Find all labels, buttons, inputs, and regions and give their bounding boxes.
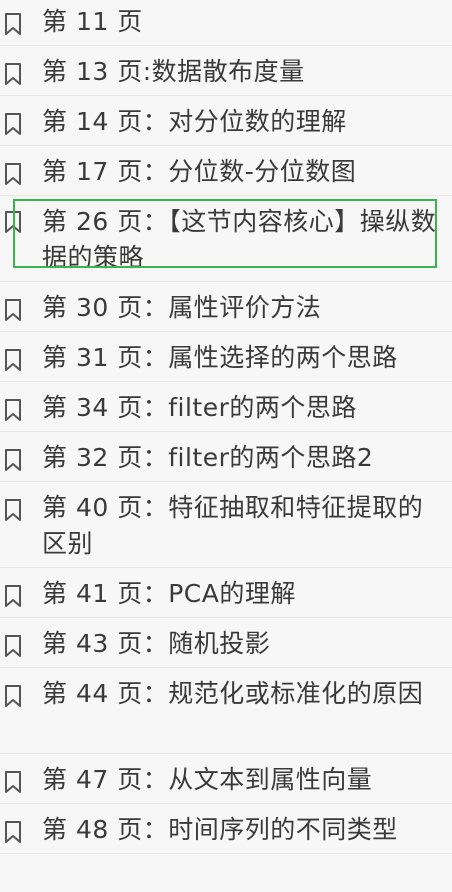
bookmark-label: 第 32 页：filter的两个思路2 — [42, 443, 374, 472]
bookmark-icon — [4, 684, 24, 708]
bookmark-item[interactable]: 第 41 页：PCA的理解 — [0, 568, 452, 618]
bookmark-item[interactable]: 第 17 页：分位数-分位数图 — [0, 146, 452, 196]
bookmark-item[interactable]: 第 48 页：时间序列的不同类型 — [0, 804, 452, 854]
bookmark-icon — [4, 298, 24, 322]
bookmark-label: 第 14 页：对分位数的理解 — [42, 107, 347, 136]
bookmark-icon — [4, 820, 24, 844]
bookmark-icon — [4, 634, 24, 658]
bookmark-icon — [4, 210, 24, 234]
bookmark-label: 第 40 页：特征抽取和特征提取的区别 — [42, 493, 424, 558]
bookmark-icon — [4, 498, 24, 522]
bookmark-item[interactable]: 第 40 页：特征抽取和特征提取的区别 — [0, 482, 452, 568]
bookmark-icon — [4, 398, 24, 422]
bookmark-label: 第 26 页：【这节内容核心】操纵数据的策略 — [42, 207, 437, 272]
bookmark-icon — [4, 584, 24, 608]
bookmark-item[interactable]: 第 14 页：对分位数的理解 — [0, 96, 452, 146]
bookmark-item[interactable]: 第 43 页：随机投影 — [0, 618, 452, 668]
bookmark-label: 第 11 页 — [42, 7, 143, 36]
bookmark-label: 第 44 页：规范化或标准化的原因 — [42, 679, 424, 708]
bookmark-label: 第 43 页：随机投影 — [42, 629, 271, 658]
bookmark-label: 第 41 页：PCA的理解 — [42, 579, 296, 608]
bookmark-item[interactable]: 第 32 页：filter的两个思路2 — [0, 432, 452, 482]
bookmark-item[interactable]: 第 31 页：属性选择的两个思路 — [0, 332, 452, 382]
bookmark-label: 第 48 页：时间序列的不同类型 — [42, 815, 398, 844]
bookmark-item[interactable]: 第 30 页：属性评价方法 — [0, 282, 452, 332]
bookmark-item[interactable]: 第 26 页：【这节内容核心】操纵数据的策略 — [0, 196, 452, 282]
bookmark-label: 第 30 页：属性评价方法 — [42, 293, 322, 322]
bookmark-icon — [4, 162, 24, 186]
bookmark-label: 第 17 页：分位数-分位数图 — [42, 157, 357, 186]
bookmark-item[interactable]: 第 13 页:数据散布度量 — [0, 46, 452, 96]
bookmark-item[interactable]: 第 34 页：filter的两个思路 — [0, 382, 452, 432]
bookmark-label: 第 47 页：从文本到属性向量 — [42, 765, 373, 794]
bookmark-icon — [4, 12, 24, 36]
bookmark-item[interactable]: 第 47 页：从文本到属性向量 — [0, 754, 452, 804]
bookmark-icon — [4, 448, 24, 472]
bookmark-label: 第 34 页：filter的两个思路 — [42, 393, 357, 422]
bookmark-icon — [4, 112, 24, 136]
bookmark-item[interactable]: 第 11 页 — [0, 0, 452, 46]
bookmark-icon — [4, 62, 24, 86]
bookmark-label: 第 31 页：属性选择的两个思路 — [42, 343, 398, 372]
bookmark-item[interactable]: 第 44 页：规范化或标准化的原因 — [0, 668, 452, 754]
bookmark-icon — [4, 348, 24, 372]
bookmark-label: 第 13 页:数据散布度量 — [42, 57, 305, 86]
bookmark-icon — [4, 770, 24, 794]
